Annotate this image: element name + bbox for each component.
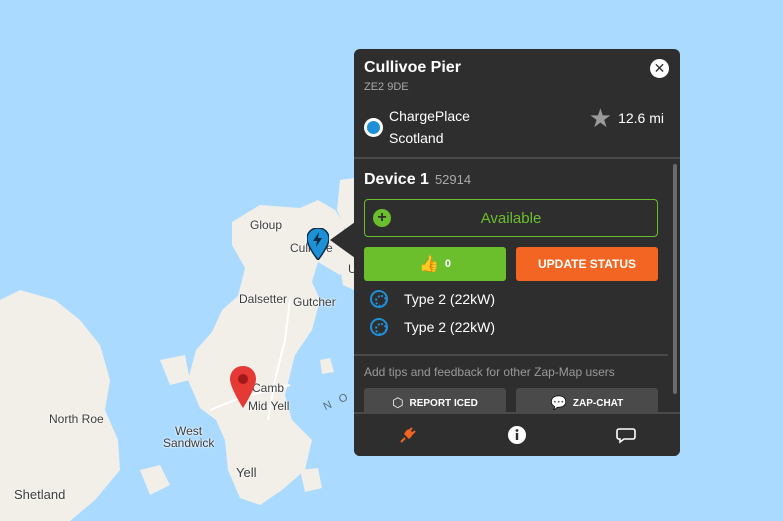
popup-tabbar [354, 412, 680, 456]
connector-label: Type 2 (22kW) [404, 291, 496, 307]
place-label-camb: Camb [252, 381, 285, 395]
tab-charging[interactable] [354, 414, 463, 456]
distance-value: 12.6 mi [618, 110, 664, 126]
connector-item: Type 2 (22kW) [364, 289, 658, 309]
plus-circle-icon: + [373, 209, 391, 227]
network-info: ChargePlace Scotland [364, 105, 479, 149]
report-iced-label: REPORT ICED [409, 397, 478, 409]
place-label-dalsetter: Dalsetter [239, 292, 288, 306]
popup-pointer [330, 222, 355, 258]
popup-header: Cullivoe Pier ZE2 9DE ✕ ChargePlace Scot… [354, 49, 680, 159]
network-logo-icon [364, 117, 383, 137]
distance-info: ★ 12.6 mi [589, 105, 664, 131]
place-label-gloup: Gloup [250, 218, 283, 232]
location-postcode: ZE2 9DE [364, 81, 409, 93]
feedback-prompt: Add tips and feedback for other Zap-Map … [364, 365, 615, 379]
star-icon[interactable]: ★ [589, 105, 612, 131]
chat-icon [615, 428, 636, 444]
place-label-north-roe: North Roe [49, 412, 104, 426]
charger-pin-icon[interactable] [307, 228, 329, 260]
device-id: 52914 [434, 172, 472, 187]
place-label-gutcher: Gutcher [293, 295, 336, 309]
place-label-sandwick: Sandwick [163, 436, 215, 450]
like-count: 0 [444, 258, 452, 270]
connector-label: Type 2 (22kW) [404, 319, 496, 335]
type2-connector-icon [370, 290, 388, 308]
close-icon[interactable]: ✕ [650, 59, 669, 78]
info-icon [508, 426, 526, 444]
update-status-button[interactable]: UPDATE STATUS [516, 247, 658, 281]
popup-scrollbar[interactable] [673, 164, 677, 394]
device-header: Device 1 52914 [364, 171, 658, 189]
device-label: Device 1 [364, 171, 429, 188]
thumbs-up-icon: 👍 [418, 256, 439, 273]
selected-location-pin-icon[interactable] [230, 366, 256, 408]
device-actions: 👍 0 UPDATE STATUS [364, 247, 658, 281]
plug-icon [400, 427, 417, 443]
connector-item: Type 2 (22kW) [364, 317, 658, 337]
tab-comments[interactable] [571, 414, 680, 456]
tab-info[interactable] [463, 414, 572, 456]
location-title: Cullivoe Pier [364, 59, 461, 76]
place-label-shetland: Shetland [14, 487, 66, 502]
feedback-section: Add tips and feedback for other Zap-Map … [354, 354, 668, 418]
charger-popup: Cullivoe Pier ZE2 9DE ✕ ChargePlace Scot… [354, 49, 680, 456]
device-status: + Available [364, 199, 658, 237]
chat-bubble-icon: 💬 [550, 395, 567, 410]
like-button[interactable]: 👍 0 [364, 247, 506, 281]
status-text: Available [480, 209, 542, 227]
cube-icon: ⬡ [392, 395, 404, 410]
place-label-yell: Yell [236, 465, 257, 480]
zap-chat-label: ZAP-CHAT [572, 397, 624, 409]
type2-connector-icon [370, 318, 388, 336]
network-name: ChargePlace Scotland [389, 108, 470, 146]
